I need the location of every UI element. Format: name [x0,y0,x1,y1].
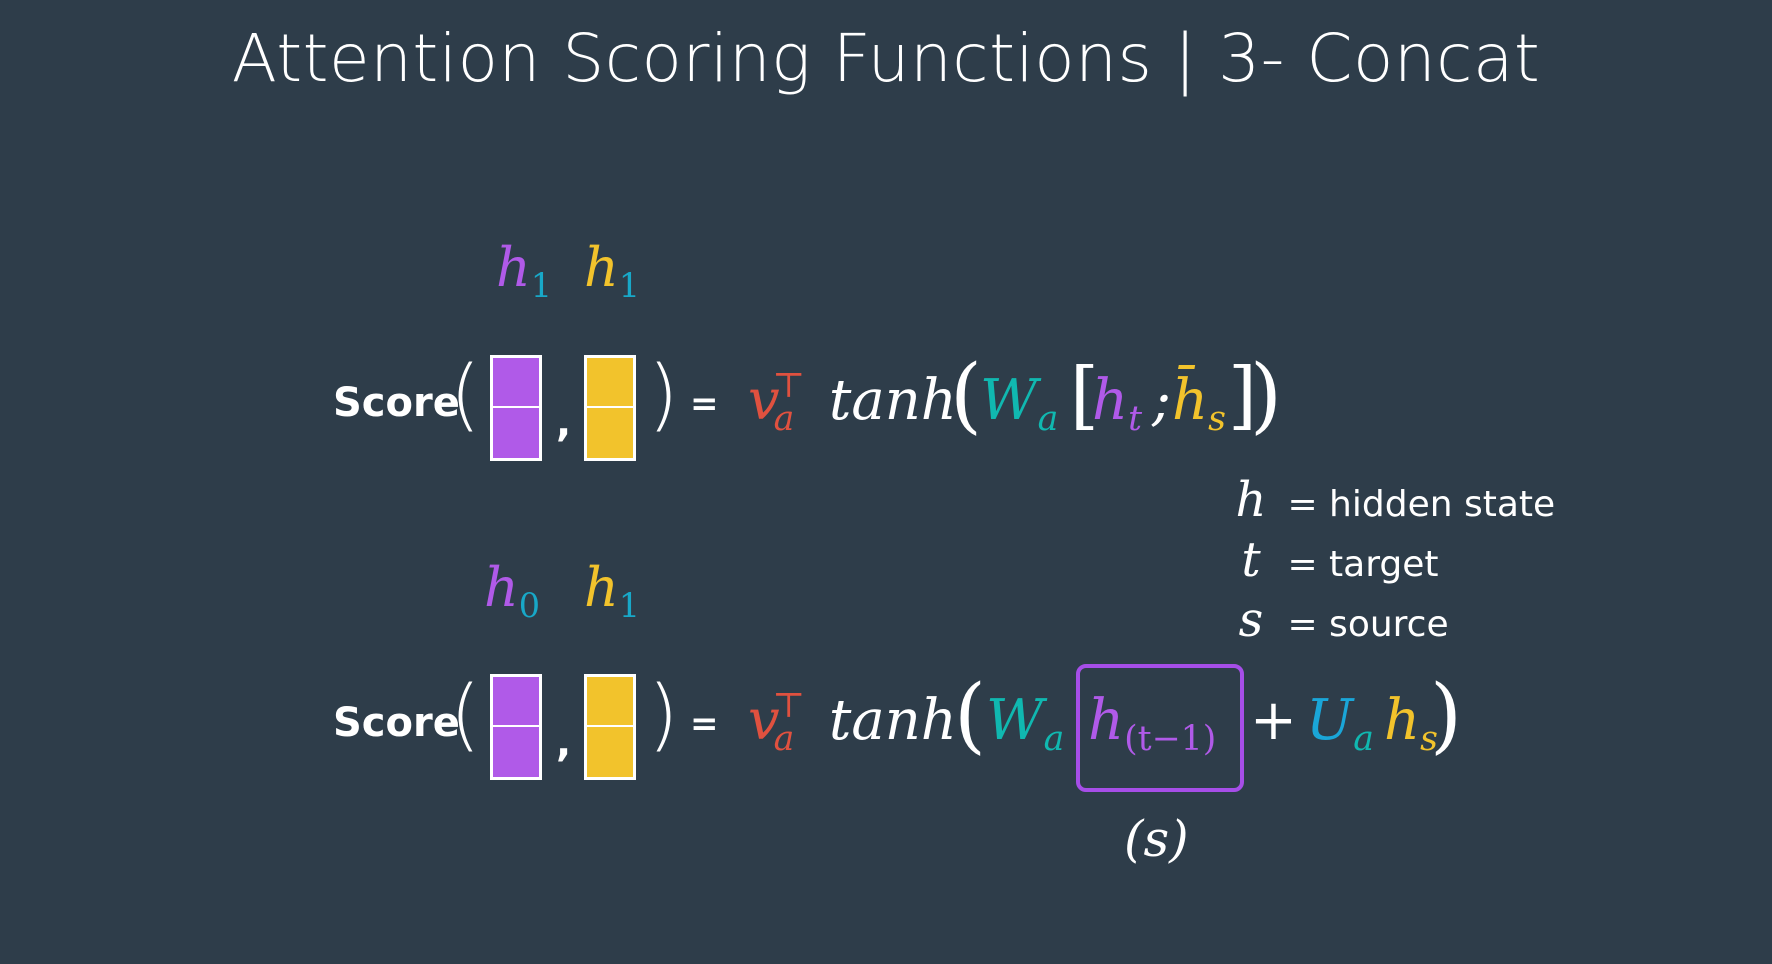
row2-label-left-h: h [484,556,519,619]
row2-tanh: tanh [828,688,957,753]
row2-W-sub: a [1043,719,1065,760]
row2-label-right-h: h [584,556,619,619]
row2-below-box-s: (s) [1124,810,1189,868]
row1-tanh: tanh [828,368,957,433]
row2-hs-letter: h [1384,688,1421,753]
slide-title: Attention Scoring Functions | 3- Concat [231,20,1541,97]
row1-formula: va⊤ tanh [748,366,957,439]
row2-label-right: h1 [584,556,640,625]
row2-formula: va⊤ tanh [748,686,957,759]
row1-W-sub: a [1037,399,1059,440]
row2-v-sup: ⊤ [772,686,805,727]
row1-hs: h̄s [1172,368,1226,439]
row2-h-letter: h [1088,688,1125,753]
legend-hidden-state: h = hidden state [1226,472,1556,528]
row2-equals: = [690,704,719,744]
legend-text-hidden-state: = hidden state [1287,484,1556,525]
row1-bigparen-open: ( [950,348,982,443]
row1-W: Wa [980,368,1058,439]
row1-label-right: h1 [584,236,640,305]
legend-symbol-t: t [1241,532,1261,588]
row1-equals: = [690,384,719,424]
row2-h: h(t−1) [1088,688,1216,759]
row1-comma: , [556,400,572,446]
row2-paren-close: ) [648,670,679,760]
row2-U: Ua [1306,688,1374,759]
row2-bigparen-open: ( [954,668,986,763]
legend-source: s = source [1226,592,1449,648]
row1-ht-letter: h [1092,368,1129,433]
legend-symbol-s: s [1238,592,1264,648]
row2-U-sub: a [1353,719,1374,760]
row1-hs-sub: s [1208,399,1226,440]
row1-v-sup: ⊤ [772,366,805,407]
row2-U-letter: U [1306,688,1354,753]
row1-semicolon: ; [1152,368,1171,433]
row2-vector-yellow [584,674,636,780]
row2-comma: , [556,720,572,766]
legend-symbol-h: h [1235,472,1267,528]
row2-plus: + [1250,688,1297,753]
row2-bigparen-close: ) [1430,668,1462,763]
row1-label-right-h: h [584,236,619,299]
row1-score-label: Score [333,380,460,426]
row1-paren-close: ) [648,350,679,440]
row2-label-right-sub: 1 [618,585,641,625]
row1-label-right-sub: 1 [618,265,641,305]
row1-label-left: h1 [496,236,552,305]
row2-label-left: h0 [484,556,540,625]
row1-W-letter: W [980,368,1038,433]
row2-h-sub: (t−1) [1124,719,1217,760]
row2-label-left-sub: 0 [518,585,541,625]
legend-text-target: = target [1287,544,1439,585]
row1-label-left-sub: 1 [530,265,553,305]
row1-label-left-h: h [496,236,531,299]
row1-hs-letter: h̄ [1172,368,1209,433]
row1-bigparen-close: ) [1250,348,1282,443]
row2-W-letter: W [986,688,1044,753]
legend-target: t = target [1226,532,1439,588]
row2-score-label: Score [333,700,460,746]
row2-vector-purple [490,674,542,780]
row1-vector-purple [490,355,542,461]
row1-vector-yellow [584,355,636,461]
row2-paren-open: ( [450,670,481,760]
legend-text-source: = source [1287,604,1449,645]
row1-ht: ht [1092,368,1142,439]
row1-paren-open: ( [450,350,481,440]
row2-W: Wa [986,688,1064,759]
row1-ht-sub: t [1128,399,1143,440]
